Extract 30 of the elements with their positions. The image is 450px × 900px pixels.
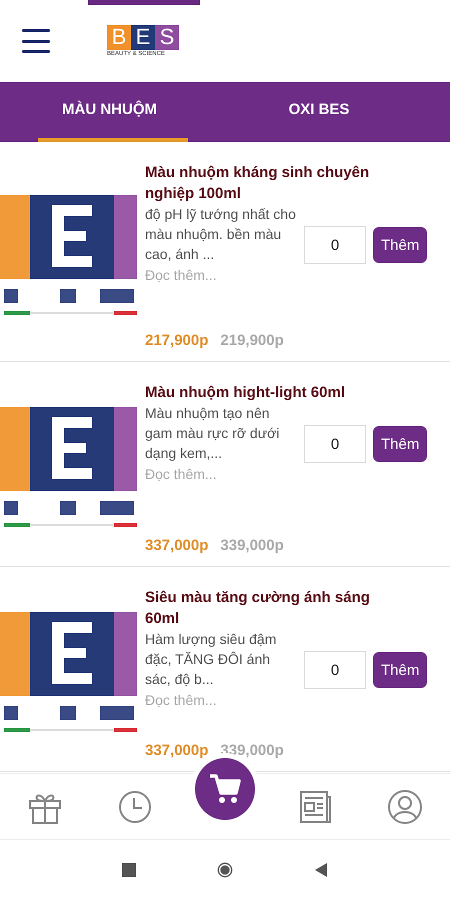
tab[interactable]: OXI BES [188, 82, 450, 142]
quantity-field[interactable]: 0 [304, 651, 366, 689]
old-price: 219,900p [220, 332, 284, 349]
add-button[interactable]: Thêm [373, 426, 428, 462]
add-button[interactable]: Thêm [373, 227, 428, 263]
price: 337,000p [145, 742, 208, 759]
old-price: 339,000p [220, 537, 284, 554]
product-description: Hàm lượng siêu đậm đặc, TĂNG ĐÔI ánh sác, độ b... [145, 630, 278, 689]
product-title[interactable]: Màu nhuộm kháng sinh chuyên nghiệp 100ml [145, 162, 370, 204]
price: 217,900p [145, 332, 208, 349]
logo-letter: E [131, 24, 155, 50]
product-description: Màu nhuộm tạo nên gam màu rực rỡ dưới dạng kem,... [145, 404, 280, 463]
home-icon[interactable] [217, 862, 233, 878]
quantity-field[interactable]: 0 [304, 425, 366, 463]
menu-icon[interactable] [22, 27, 50, 55]
add-button[interactable]: Thêm [373, 652, 428, 688]
product-title[interactable]: Siêu màu tăng cường ánh sáng 60ml [145, 587, 370, 629]
price: 337,000p [145, 537, 208, 554]
logo-letter: B [107, 24, 131, 50]
old-price: 339,000p [220, 742, 284, 759]
tab[interactable]: MÀU NHUỘM [38, 82, 188, 142]
back-icon[interactable] [313, 862, 329, 878]
product-description: độ pH lỹ tướng nhất cho màu nhuộm. bền màu cao, ánh ... [145, 205, 297, 264]
newspaper-icon[interactable] [297, 788, 333, 824]
quantity-field[interactable]: 0 [304, 226, 366, 264]
product-title[interactable]: Màu nhuộm hight-light 60ml [145, 382, 370, 403]
recent-apps-icon[interactable] [121, 862, 137, 878]
profile-icon[interactable] [387, 788, 423, 824]
clock-icon[interactable] [117, 788, 153, 824]
logo-letter: S [155, 24, 179, 50]
